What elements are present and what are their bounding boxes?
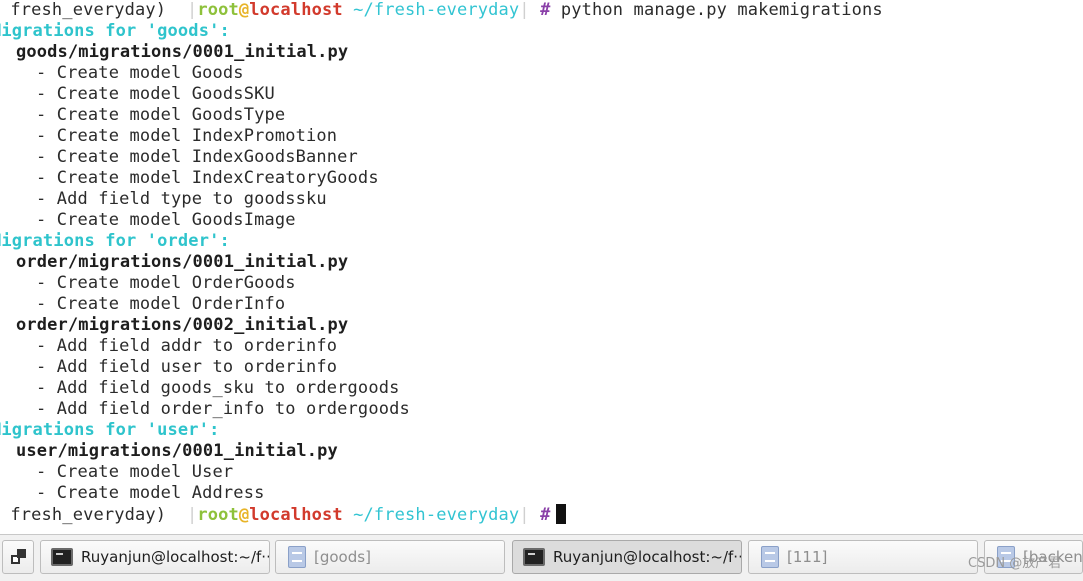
migration-op: - Create model Address [36,483,265,503]
prompt-user: root [197,0,239,20]
migration-op: - Create model Goods [36,63,244,83]
prompt-path: ~/fresh-everyday [353,505,520,525]
migrations-header-goods: Migrations for 'goods': [0,21,230,41]
migration-op: - Create model User [36,462,234,482]
prompt-env: fresh_everyday) [0,505,177,525]
prompt-separator: | [519,505,530,525]
prompt-host: localhost [249,0,343,20]
taskbar-item-file-manager[interactable]: [111] [748,540,978,574]
migration-op: - Add field order_info to ordergoods [36,399,410,419]
migration-op: - Create model GoodsImage [36,210,296,230]
prompt-line: fresh_everyday) |root@localhost ~/fresh-… [0,0,883,21]
terminal-icon [523,548,545,566]
prompt-symbol: # [540,505,551,525]
taskbar: Ruyanjun@localhost:~/f··· [goods] Ruyanj… [0,534,1083,581]
taskbar-item-label: Ruyanjun@localhost:~/f··· [553,548,742,566]
migration-op: - Add field type to goodssku [36,189,327,209]
prompt-host: localhost [249,505,343,525]
migration-file-order-0002: order/migrations/0002_initial.py [16,315,349,335]
migrations-header-order: Migrations for 'order': [0,231,230,251]
prompt-line: fresh_everyday) |root@localhost ~/fresh-… [0,504,567,525]
migrations-header-user: Migrations for 'user': [0,420,220,440]
text-cursor [556,504,567,524]
migration-op: - Add field goods_sku to ordergoods [36,378,400,398]
file-manager-icon [761,546,779,568]
prompt-symbol: # [540,0,551,20]
file-manager-icon [288,546,306,568]
prompt-path: ~/fresh-everyday [353,0,520,20]
migration-op: - Create model OrderGoods [36,273,296,293]
taskbar-item-label: [111] [787,548,828,566]
migration-op: - Create model IndexGoodsBanner [36,147,358,167]
prompt-env: fresh_everyday) [0,0,177,20]
watermark: CSDN @放产君 [968,556,1062,571]
prompt-user: root [197,505,239,525]
migration-file-user: user/migrations/0001_initial.py [16,441,338,461]
show-desktop-button[interactable] [2,540,34,574]
migration-op: - Create model IndexPromotion [36,126,338,146]
taskbar-item-terminal[interactable]: Ruyanjun@localhost:~/f··· [40,540,270,574]
migration-file-order-0001: order/migrations/0001_initial.py [16,252,349,272]
prompt-separator: | [519,0,530,20]
prompt-separator: | [186,505,198,525]
migration-op: - Create model GoodsType [36,105,286,125]
windows-icon [17,549,26,558]
migration-op: - Create model IndexCreatoryGoods [36,168,379,188]
taskbar-item-file-manager[interactable]: [goods] [275,540,505,574]
terminal-icon [51,548,73,566]
command-text: python manage.py makemigrations [560,0,883,20]
migration-op: - Create model OrderInfo [36,294,286,314]
migration-file-goods: goods/migrations/0001_initial.py [16,42,349,62]
prompt-at: @ [238,505,250,525]
migration-op: - Add field user to orderinfo [36,357,338,377]
migration-op: - Add field addr to orderinfo [36,336,338,356]
prompt-separator: | [186,0,198,20]
taskbar-item-terminal-active[interactable]: Ruyanjun@localhost:~/f··· [512,540,742,574]
taskbar-item-label: [goods] [314,548,371,566]
terminal-window[interactable]: fresh_everyday) |root@localhost ~/fresh-… [0,0,1083,532]
migration-op: - Create model GoodsSKU [36,84,275,104]
prompt-at: @ [238,0,250,20]
taskbar-item-label: Ruyanjun@localhost:~/f··· [81,548,270,566]
